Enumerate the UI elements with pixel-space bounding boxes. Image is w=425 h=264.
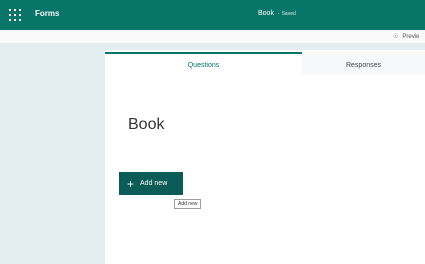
tab-questions[interactable]: Questions bbox=[105, 52, 302, 74]
document-title[interactable]: Book - Saved bbox=[258, 10, 296, 17]
add-new-button[interactable]: + Add new bbox=[119, 172, 183, 195]
save-separator: - bbox=[277, 11, 280, 17]
add-new-tooltip: Add new bbox=[174, 199, 202, 209]
add-new-label: Add new bbox=[140, 180, 168, 187]
command-bar bbox=[0, 30, 425, 44]
save-status: Saved bbox=[281, 11, 296, 17]
plus-icon: + bbox=[127, 176, 135, 191]
form-panel bbox=[105, 50, 425, 264]
form-title[interactable]: Book bbox=[128, 116, 164, 134]
app-launcher-icon[interactable] bbox=[9, 9, 21, 21]
document-title-text: Book bbox=[258, 10, 274, 17]
preview-label: Previe bbox=[402, 34, 420, 40]
eye-icon: ☉ bbox=[393, 34, 399, 40]
preview-button[interactable]: ☉ Previe bbox=[393, 33, 419, 40]
app-name[interactable]: Forms bbox=[35, 9, 59, 18]
top-bar: Forms Book - Saved bbox=[0, 0, 425, 30]
tab-responses[interactable]: Responses bbox=[302, 52, 425, 74]
